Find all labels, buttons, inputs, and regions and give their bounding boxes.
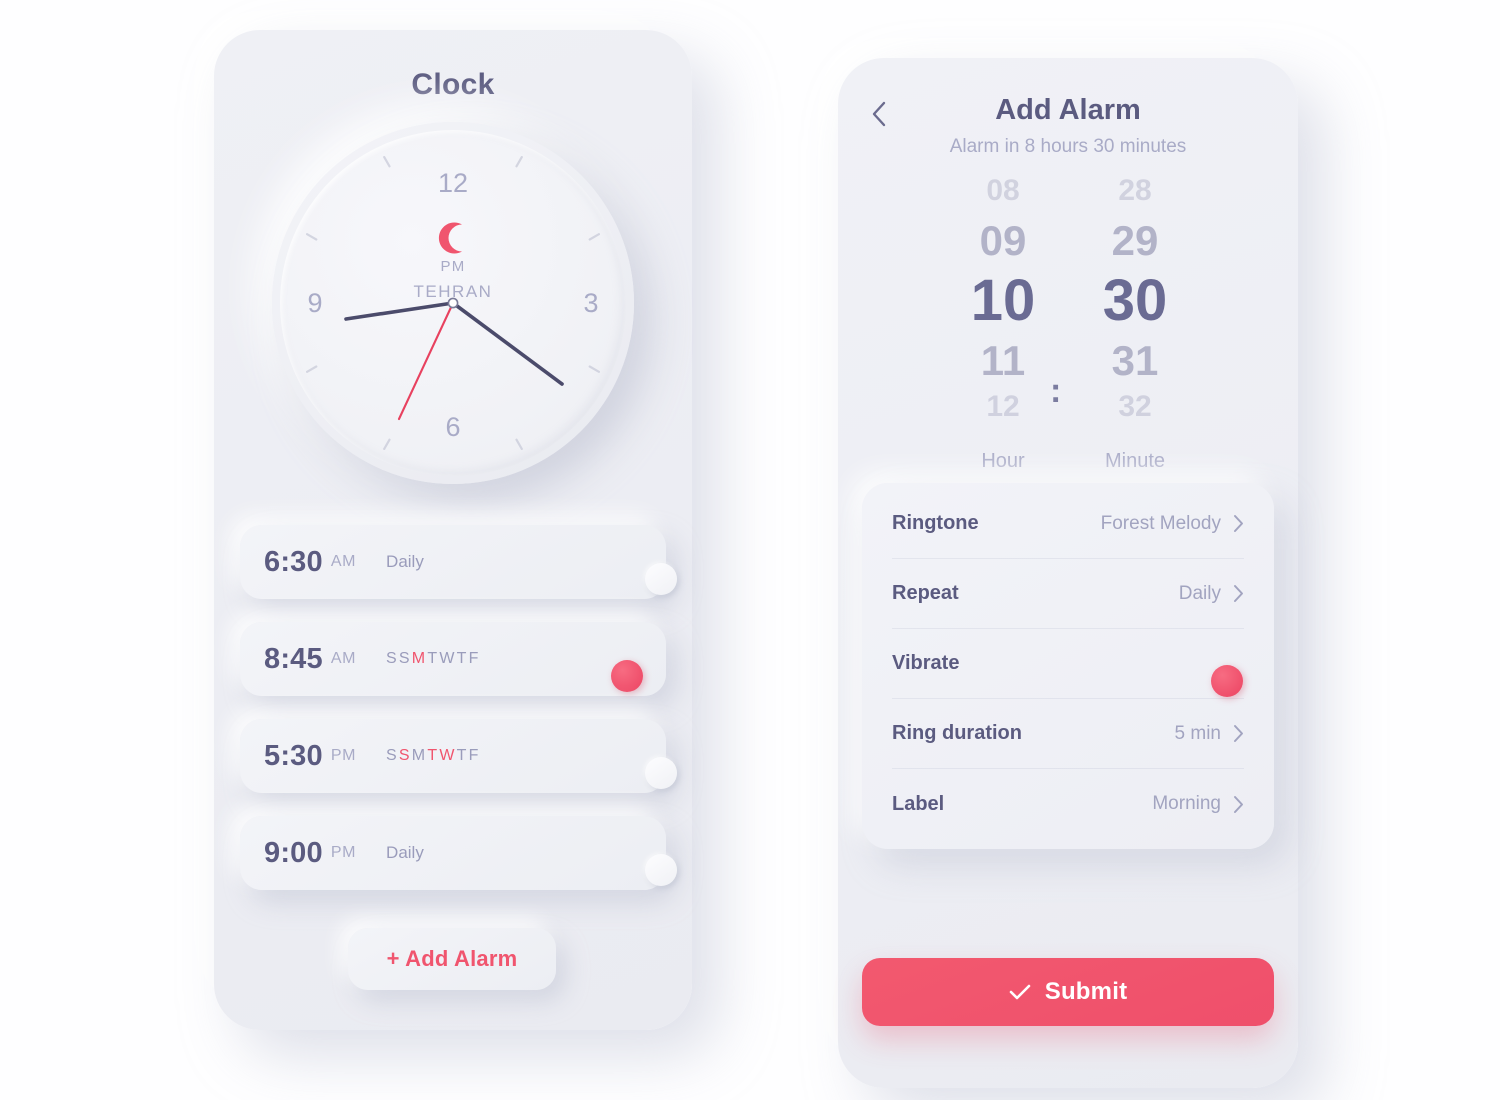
add-alarm-button[interactable]: + Add Alarm [348,928,556,990]
day-letter: F [468,747,481,764]
minute-option-near-above[interactable]: 29 [1112,220,1159,262]
add-alarm-screen: Add Alarm Alarm in 8 hours 30 minutes 08… [838,58,1298,1088]
page-title: Add Alarm [995,94,1141,126]
alarm-time: 5:30 [264,739,323,772]
day-letter: W [439,747,457,764]
chevron-right-icon [1233,724,1244,743]
alarm-time: 6:30 [264,545,323,578]
hour-option-near-above[interactable]: 09 [980,220,1027,262]
meridiem-label: PM [440,258,466,275]
day-letter: T [427,747,440,764]
alarm-meridiem: PM [330,747,357,764]
hour-option-far-below[interactable]: 12 [986,392,1019,422]
day-letter: S [398,747,412,764]
day-letter: T [456,650,469,667]
timezone-label: TEHRAN [413,282,493,301]
alarm-meridiem: PM [330,844,357,861]
minute-column-label: Minute [1104,450,1166,472]
settings-value: Morning [1152,793,1221,814]
minute-picker-column[interactable]: 28 29 30 31 32 Minute [1060,176,1210,473]
chevron-right-icon [1233,514,1244,533]
hour-option-selected[interactable]: 10 [971,272,1036,330]
alarm-meridiem: AM [330,650,357,667]
alarm-meridiem: AM [330,553,357,570]
day-letter: S [386,747,399,764]
alarm-day-letters: SSMTWTF [386,747,481,765]
settings-value: Forest Melody [1100,512,1221,534]
alarm-day-letters: SSMTWTF [386,650,481,668]
day-letter: F [468,650,481,667]
table-row[interactable]: 5:30 PM SSMTWTF [240,719,677,793]
day-letter: T [456,747,469,764]
day-letter: S [398,650,412,667]
clock-numeral-12: 12 [437,168,469,198]
minute-option-near-below[interactable]: 31 [1112,340,1159,382]
day-letter: W [439,650,457,667]
alarm-time: 9:00 [264,836,323,869]
day-letter: T [427,650,440,667]
chevron-right-icon [1233,795,1244,814]
alarm-time: 8:45 [264,642,323,675]
minute-option-far-below[interactable]: 32 [1118,392,1151,422]
alarm-repeat: Daily [386,843,424,862]
crescent-moon-icon [432,220,474,256]
analog-clock: 12 3 6 9 PM TEHRAN [272,122,634,484]
check-icon [1009,983,1031,1001]
settings-value: Daily [1178,582,1221,604]
settings-row-vibrate[interactable]: Vibrate [892,629,1244,699]
app-canvas: Clock 12 3 6 9 PM TEHRAN 6:30 AM Daily 8… [0,0,1500,1100]
settings-row-repeat[interactable]: Repeat Daily [892,559,1244,629]
table-row[interactable]: 9:00 PM Daily [240,816,677,890]
hour-option-far-above[interactable]: 08 [986,176,1019,206]
time-picker: 08 09 10 11 12 Hour : 28 29 30 31 32 Min… [838,176,1298,536]
minute-option-far-above[interactable]: 28 [1118,176,1151,206]
hour-picker-column[interactable]: 08 09 10 11 12 Hour [928,176,1078,473]
table-row[interactable]: 6:30 AM Daily [240,525,677,599]
day-letter: M [411,747,428,764]
submit-button[interactable]: Submit [862,958,1274,1026]
settings-label: Vibrate [892,652,960,674]
alarm-settings-card: Ringtone Forest Melody Repeat Daily Vibr… [862,483,1274,849]
day-letter: M [411,650,428,667]
alarm-list: 6:30 AM Daily 8:45 AM SSMTWTF 5:30 PM SS… [240,525,677,913]
minute-option-selected[interactable]: 30 [1103,272,1168,330]
day-letter: S [386,650,399,667]
clock-face: 12 3 6 9 PM TEHRAN [280,130,626,476]
page-title: Clock [411,68,495,101]
settings-row-label[interactable]: Label Morning [892,769,1244,839]
settings-label: Ringtone [892,512,979,534]
chevron-right-icon [1233,584,1244,603]
alarm-repeat: Daily [386,552,424,571]
submit-label: Submit [1044,978,1128,1005]
alarm-countdown-subtitle: Alarm in 8 hours 30 minutes [949,136,1187,157]
clock-numeral-9: 9 [307,288,323,318]
settings-label: Repeat [892,582,959,604]
settings-row-ringtone[interactable]: Ringtone Forest Melody [892,489,1244,559]
settings-value: 5 min [1174,722,1221,744]
clock-numeral-3: 3 [583,288,599,318]
settings-label: Label [892,792,945,815]
hour-column-label: Hour [981,450,1025,472]
table-row[interactable]: 8:45 AM SSMTWTF [240,622,666,696]
settings-row-ring-duration[interactable]: Ring duration 5 min [892,699,1244,769]
settings-label: Ring duration [892,722,1022,744]
clock-numeral-6: 6 [445,412,461,442]
hour-option-near-below[interactable]: 11 [981,340,1025,382]
clock-screen: Clock 12 3 6 9 PM TEHRAN 6:30 AM Daily 8… [214,30,692,1030]
